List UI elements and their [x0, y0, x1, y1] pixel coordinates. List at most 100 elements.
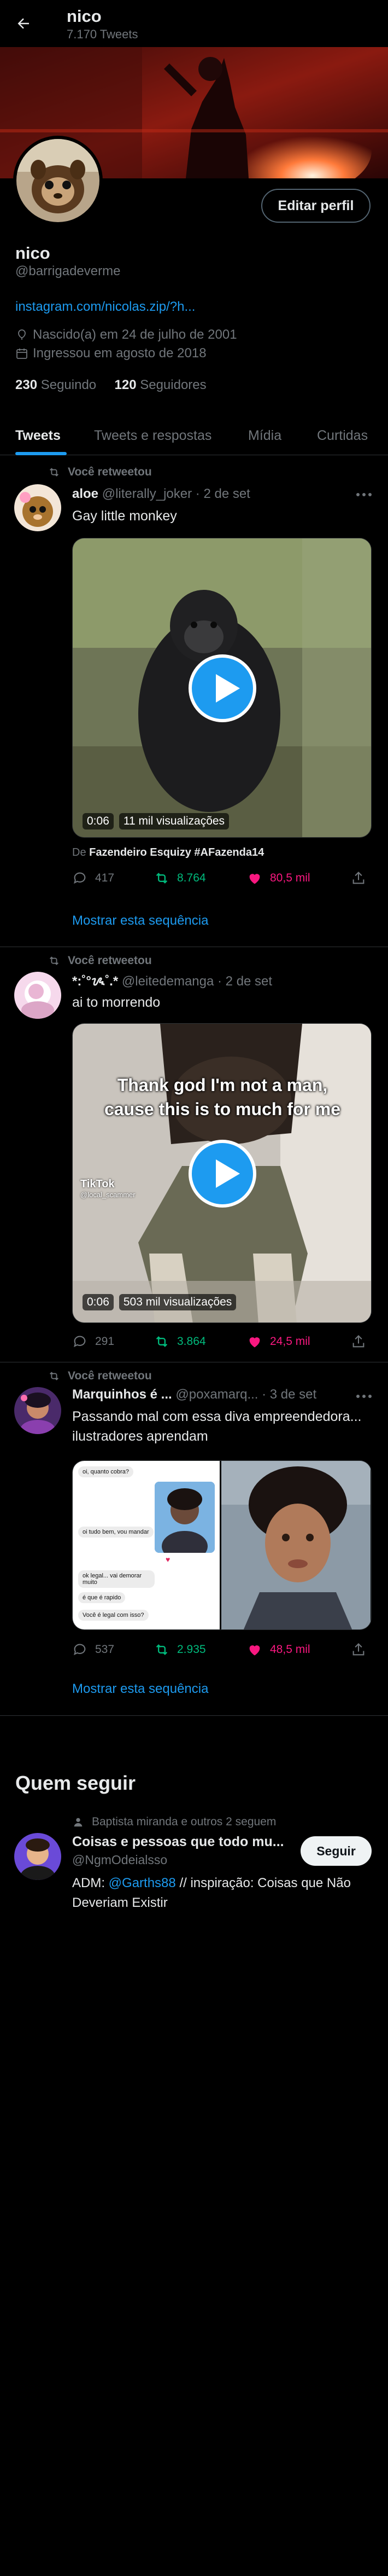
- tweet-author-handle[interactable]: @literally_joker: [102, 486, 192, 501]
- balloon-icon: [18, 329, 26, 340]
- tweet-author-name[interactable]: aloe: [72, 486, 98, 501]
- retweet-indicator: Você retweetou: [48, 1370, 152, 1383]
- tweet-text: ai to morrendo: [72, 995, 161, 1010]
- retweet-icon: [50, 956, 58, 965]
- retweet-icon: [156, 1336, 168, 1347]
- birthday-row: Nascido(a) em 24 de julho de 2001: [15, 327, 237, 343]
- tab-tweets[interactable]: Tweets: [15, 428, 61, 444]
- active-tab-indicator: [15, 452, 67, 455]
- show-thread-link[interactable]: Mostrar esta sequência: [72, 913, 208, 929]
- video-info: 0:06 11 mil visualizações: [83, 813, 230, 829]
- tab-media[interactable]: Mídia: [248, 428, 281, 444]
- more-options-icon[interactable]: [355, 1394, 373, 1399]
- chat-photo: [155, 1482, 215, 1553]
- play-button[interactable]: [189, 654, 256, 722]
- profile-avatar[interactable]: [13, 136, 103, 225]
- retweet-icon: [156, 1644, 168, 1655]
- video-source: De Fazendeiro Esquizy #AFazenda14: [72, 846, 264, 858]
- reply-icon: [74, 872, 86, 884]
- profile-tabs: Tweets Tweets e respostas Mídia Curtidas: [0, 416, 388, 455]
- tweet-date[interactable]: · 3 de set: [262, 1387, 316, 1402]
- heart-icon: [249, 1645, 260, 1656]
- tweet-avatar[interactable]: [14, 972, 61, 1019]
- share-icon: [352, 1335, 365, 1348]
- tweet-text: Passando mal com essa diva empreendedora…: [72, 1409, 362, 1444]
- share-button[interactable]: [351, 1334, 366, 1349]
- play-button[interactable]: [189, 1140, 256, 1208]
- retweet-button[interactable]: 3.864: [154, 1334, 206, 1349]
- tweet-author-name[interactable]: Marquinhos é ...: [72, 1387, 172, 1402]
- share-button[interactable]: [351, 1642, 366, 1657]
- like-button[interactable]: 24,5 mil: [247, 1334, 310, 1349]
- tweet[interactable]: Você retweetou Marquinhos é ... @poxamar…: [0, 1363, 388, 1716]
- tweet-date[interactable]: · 2 de set: [196, 486, 250, 501]
- retweet-button[interactable]: 8.764: [154, 871, 206, 886]
- follow-button[interactable]: Seguir: [301, 1836, 372, 1866]
- birthday-text: Nascido(a) em 24 de julho de 2001: [33, 327, 237, 342]
- edit-profile-button[interactable]: Editar perfil: [261, 189, 371, 223]
- show-thread-link[interactable]: Mostrar esta sequência: [72, 1681, 208, 1697]
- retweet-indicator: Você retweetou: [48, 466, 152, 479]
- following-link[interactable]: 230 Seguindo: [15, 378, 96, 392]
- suggested-user-name[interactable]: Coisas e pessoas que todo mu...: [72, 1834, 284, 1850]
- like-button[interactable]: 80,5 mil: [247, 871, 310, 886]
- tweet-header: *:˚°ᝰ˚.* @leitedemanga · 2 de set: [72, 972, 272, 990]
- portrait-photo[interactable]: [221, 1461, 371, 1629]
- like-button[interactable]: 48,5 mil: [247, 1642, 310, 1657]
- tweet-date[interactable]: · 2 de set: [217, 974, 272, 989]
- tweet[interactable]: Você retweetou *:˚°ᝰ˚.* @leitedemanga · …: [0, 948, 388, 1362]
- heart-icon: [249, 874, 260, 884]
- tweet-author-handle[interactable]: @poxamarq...: [175, 1387, 258, 1402]
- video-views: 503 mil visualizações: [119, 1294, 237, 1310]
- chat-bubble: oi tudo bem, vou mandar: [78, 1527, 154, 1538]
- tweet-author-name[interactable]: *:˚°ᝰ˚.*: [72, 974, 118, 989]
- tweet-video[interactable]: Thank god I'm not a man, cause this is t…: [72, 1023, 372, 1323]
- share-icon: [352, 1643, 365, 1656]
- person-icon: [74, 1818, 83, 1827]
- joined-text: Ingressou em agosto de 2018: [33, 346, 207, 361]
- share-icon: [352, 872, 365, 884]
- suggested-user-handle[interactable]: @NgmOdeialsso: [72, 1853, 167, 1867]
- video-info: 0:06 503 mil visualizações: [83, 1294, 237, 1310]
- video-source-link[interactable]: Fazendeiro Esquizy #AFazenda14: [89, 846, 264, 858]
- share-button[interactable]: [351, 871, 366, 886]
- tab-tweets-replies[interactable]: Tweets e respostas: [94, 428, 211, 444]
- heart-icon: [249, 1337, 260, 1348]
- tweet-avatar[interactable]: [14, 1387, 61, 1434]
- tiktok-logo-text: TikTok: [80, 1178, 115, 1190]
- reply-button[interactable]: 417: [72, 871, 114, 886]
- header-name: nico: [67, 7, 102, 26]
- retweet-button[interactable]: 2.935: [154, 1642, 206, 1657]
- more-options-icon[interactable]: [355, 492, 373, 497]
- tweet-author-handle[interactable]: @leitedemanga: [122, 974, 214, 989]
- tweet-actions: 291 3.864 24,5 mil: [72, 1334, 372, 1354]
- video-views: 11 mil visualizações: [119, 813, 230, 829]
- retweet-indicator: Você retweetou: [48, 954, 152, 967]
- tiktok-watermark: TikTok @local_scammer: [80, 1178, 136, 1199]
- reply-icon: [74, 1336, 86, 1348]
- back-arrow-icon[interactable]: [15, 15, 32, 32]
- tweet-text: Gay little monkey: [72, 508, 177, 524]
- tab-likes[interactable]: Curtidas: [317, 428, 368, 444]
- retweet-icon: [50, 1372, 58, 1380]
- who-to-follow-card[interactable]: Baptista miranda e outros 2 seguem Coisa…: [0, 1806, 388, 1910]
- tweet-avatar[interactable]: [14, 484, 61, 531]
- tweet[interactable]: Você retweetou aloe @literally_joker · 2…: [0, 456, 388, 947]
- tweet-video[interactable]: 0:06 11 mil visualizações: [72, 538, 372, 838]
- joined-row: Ingressou em agosto de 2018: [15, 346, 207, 361]
- video-caption: Thank god I'm not a man, cause this is t…: [104, 1075, 341, 1119]
- reply-button[interactable]: 291: [72, 1334, 114, 1349]
- bio-mention-link[interactable]: @Garths88: [109, 1876, 176, 1890]
- tweet-header: aloe @literally_joker · 2 de set: [72, 486, 250, 502]
- chat-screenshot-image[interactable]: oi, quanto cobra? ♥ oi tudo bem, vou man…: [73, 1461, 221, 1629]
- profile-link[interactable]: instagram.com/nicolas.zip/?h...: [15, 299, 195, 315]
- reply-button[interactable]: 537: [72, 1642, 114, 1657]
- heart-reaction-icon: ♥: [166, 1555, 171, 1564]
- suggested-user-avatar[interactable]: [14, 1833, 61, 1880]
- followers-link[interactable]: 120 Seguidores: [115, 378, 207, 392]
- profile-name: nico: [15, 243, 50, 263]
- video-duration: 0:06: [83, 813, 114, 829]
- chat-bubble: ok legal... vai demorar muito: [78, 1570, 155, 1588]
- chat-bubble: é que é rapido: [78, 1592, 126, 1603]
- chat-bubble: Você é legal com isso?: [78, 1610, 149, 1621]
